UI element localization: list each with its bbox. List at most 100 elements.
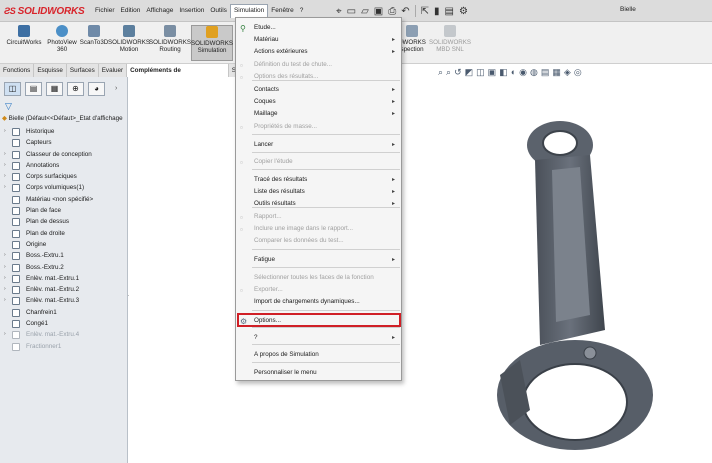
configuration-manager-tab-icon[interactable]: ▦ xyxy=(46,82,63,96)
tree-node[interactable]: › Enlèv. mat.-Extru.1 xyxy=(0,273,128,284)
tree-node[interactable]: Congé1 xyxy=(0,318,128,329)
menu-affichage[interactable]: Affichage xyxy=(143,4,176,18)
save-icon[interactable]: ▣ xyxy=(374,6,383,17)
connecting-rod-model[interactable] xyxy=(480,110,685,460)
open-icon[interactable]: ▱ xyxy=(361,6,369,17)
menu-edition[interactable]: Edition xyxy=(118,4,144,18)
menu-item[interactable]: Coques ▸ xyxy=(236,96,401,108)
expand-arrow-icon[interactable]: › xyxy=(4,329,6,340)
tree-node[interactable]: › Boss.-Extru.2 xyxy=(0,262,128,273)
apply-scene-icon[interactable]: ◍ xyxy=(530,67,538,78)
menu-item[interactable]: Outils résultats ▸ xyxy=(236,198,401,210)
dynamic-annotation-icon[interactable]: ◫ xyxy=(476,67,485,78)
filter-icon[interactable]: ▽ xyxy=(5,101,12,112)
zoom-fit-icon[interactable]: ⌕ xyxy=(438,67,443,78)
expand-arrow-icon[interactable]: › xyxy=(4,250,6,261)
motion-button[interactable]: SOLIDWORKS Motion xyxy=(108,25,150,61)
tree-root-part[interactable]: ◆ Bielle (Défaut<<Défaut>_Etat d'afficha… xyxy=(2,114,128,124)
expand-arrow-icon[interactable]: › xyxy=(4,284,6,295)
tree-node[interactable]: Plan de dessus xyxy=(0,216,128,227)
tree-node[interactable]: Plan de face xyxy=(0,205,128,216)
circuitworks-button[interactable]: CircuitWorks xyxy=(4,25,44,61)
menu-item[interactable]: Tracé des résultats ▸ xyxy=(236,174,401,186)
tree-node[interactable]: Capteurs xyxy=(0,137,128,148)
expand-arrow-icon[interactable]: › xyxy=(4,149,6,160)
expand-arrow-icon[interactable]: › xyxy=(4,126,6,137)
menu-item[interactable]: Fatigue ▸ xyxy=(236,254,401,266)
tab-esquisse[interactable]: Esquisse xyxy=(34,64,67,77)
view-orientation-icon[interactable]: ▣ xyxy=(488,67,497,78)
menu-item[interactable]: Liste des résultats ▸ xyxy=(236,186,401,198)
tree-node[interactable]: › Historique xyxy=(0,126,128,137)
display-manager-tab-icon[interactable]: ◕ xyxy=(88,82,105,96)
menu-item[interactable]: ? ▸ xyxy=(236,332,401,344)
undo-icon[interactable]: ↶ xyxy=(401,6,409,17)
cube-view-icon[interactable]: ▦ xyxy=(552,67,561,78)
tree-node[interactable]: Chanfrein1 xyxy=(0,307,128,318)
new-document-icon[interactable]: ▭ xyxy=(347,6,356,17)
file-properties-icon[interactable]: ▤ xyxy=(445,6,454,17)
hide-show-icon[interactable]: ◐ xyxy=(511,67,516,77)
options-gear-icon[interactable]: ⚙ xyxy=(459,6,468,17)
simulation-button[interactable]: SOLIDWORKS Simulation xyxy=(191,25,233,61)
tree-node[interactable]: › Enlèv. mat.-Extru.3 xyxy=(0,295,128,306)
mbd-snl-button[interactable]: SOLIDWORKS MBD SNL xyxy=(429,25,471,61)
tab-fonctions[interactable]: Fonctions xyxy=(0,64,35,77)
tab-complements[interactable]: Compléments de SOLIDWORKS xyxy=(127,64,229,87)
tree-node[interactable]: › Annotations xyxy=(0,160,128,171)
tab-surfaces[interactable]: Surfaces xyxy=(67,64,99,77)
menu-item[interactable]: A propos de Simulation xyxy=(236,349,401,361)
menu-item[interactable]: Import de chargements dynamiques... xyxy=(236,296,401,308)
monitor-icon[interactable]: ◎ xyxy=(574,67,582,78)
menu-fenetre[interactable]: Fenêtre xyxy=(268,4,296,18)
tree-node[interactable]: › Enlèv. mat.-Extru.2 xyxy=(0,284,128,295)
menu-item[interactable]: Maillage ▸ xyxy=(236,108,401,120)
select-icon[interactable]: ⇱ xyxy=(421,6,429,17)
tree-node[interactable]: Fractionner1 xyxy=(0,341,128,352)
chevron-right-icon[interactable]: › xyxy=(115,82,117,98)
solidworks-logo[interactable]: ƧS SOLIDWORKS xyxy=(4,3,85,19)
routing-button[interactable]: SOLIDWORKS Routing xyxy=(149,25,191,61)
menu-outils[interactable]: Outils xyxy=(207,4,230,18)
scanto3d-button[interactable]: ScanTo3D xyxy=(79,25,109,61)
menu-item[interactable]: ⚲ Etude... xyxy=(236,22,401,34)
previous-view-icon[interactable]: ↺ xyxy=(454,67,462,78)
realview-icon[interactable]: ◈ xyxy=(564,67,571,78)
menu-item[interactable]: Matériau ▸ xyxy=(236,34,401,46)
expand-arrow-icon[interactable]: › xyxy=(4,160,6,171)
expand-arrow-icon[interactable]: › xyxy=(4,171,6,182)
zoom-area-icon[interactable]: ⌕ xyxy=(446,67,451,78)
menu-item[interactable]: Lancer ▸ xyxy=(236,139,401,151)
menu-simulation[interactable]: Simulation xyxy=(229,4,269,18)
menu-fichier[interactable]: Fichier xyxy=(92,4,118,18)
property-manager-tab-icon[interactable]: ▤ xyxy=(25,82,42,96)
expand-arrow-icon[interactable]: › xyxy=(4,182,6,193)
menu-help[interactable]: ? xyxy=(297,4,307,18)
edit-appearance-icon[interactable]: ◉ xyxy=(519,67,527,78)
feature-tree-tab-icon[interactable]: ◫ xyxy=(4,82,21,96)
section-view-icon[interactable]: ◩ xyxy=(465,67,474,78)
tree-node[interactable]: Plan de droite xyxy=(0,228,128,239)
expand-arrow-icon[interactable]: › xyxy=(4,295,6,306)
tree-node[interactable]: › Boss.-Extru.1 xyxy=(0,250,128,261)
expand-arrow-icon[interactable]: › xyxy=(4,262,6,273)
menu-item[interactable]: Actions extérieures ▸ xyxy=(236,46,401,58)
tree-node[interactable]: Origine xyxy=(0,239,128,250)
tree-node[interactable]: Matériau <non spécifié> xyxy=(0,194,128,205)
menu-item[interactable]: Contacts ▸ xyxy=(236,84,401,96)
tab-evaluer[interactable]: Evaluer xyxy=(99,64,128,77)
tree-node[interactable]: › Corps volumiques(1) xyxy=(0,182,128,193)
photoview-button[interactable]: PhotoView 360 xyxy=(46,25,78,61)
dimxpert-tab-icon[interactable]: ⊕ xyxy=(67,82,84,96)
tree-node[interactable]: › Corps surfaciques xyxy=(0,171,128,182)
pin-icon[interactable]: ⌖ xyxy=(336,6,342,17)
menu-insertion[interactable]: Insertion xyxy=(176,4,207,18)
view-settings-icon[interactable]: ▤ xyxy=(541,67,550,78)
tree-node[interactable]: › Classeur de conception xyxy=(0,149,128,160)
expand-arrow-icon[interactable]: › xyxy=(4,273,6,284)
tree-node[interactable]: › Enlèv. mat.-Extru.4 xyxy=(0,329,128,340)
print-icon[interactable]: ⎙ xyxy=(388,6,396,17)
menu-item[interactable]: Personnaliser le menu xyxy=(236,367,401,379)
display-style-icon[interactable]: ◧ xyxy=(499,67,508,78)
rebuild-icon[interactable]: ▮ xyxy=(434,6,440,17)
